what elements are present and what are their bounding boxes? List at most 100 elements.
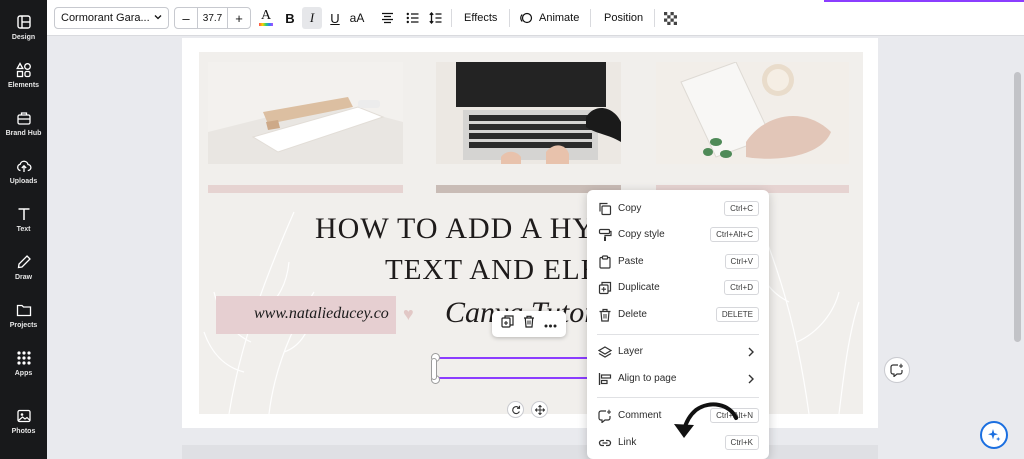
paint-roller-icon [598, 228, 612, 241]
website-link-text[interactable]: www.natalieducey.co [254, 305, 389, 323]
vertical-scrollbar[interactable] [1014, 72, 1021, 342]
menu-item-label: Align to page [618, 373, 677, 384]
photo-laptop-typing [436, 62, 621, 164]
sidebar-item-label: Design [11, 34, 36, 41]
sidebar-item-photos[interactable]: Photos [0, 404, 47, 448]
duplicate-element-button[interactable] [501, 315, 514, 333]
menu-item-copy-style[interactable]: Copy style Ctrl+Alt+C [587, 222, 769, 248]
sidebar-item-label: Projects [9, 322, 38, 329]
design-title-line1[interactable]: HOW TO ADD A HYP [315, 212, 613, 246]
design-icon [16, 15, 31, 29]
font-size-input[interactable]: 37.7 [197, 8, 228, 28]
sidebar-item-design[interactable]: Design [0, 10, 47, 54]
sidebar-item-uploads[interactable]: Uploads [0, 154, 47, 198]
selection-frame [435, 357, 595, 379]
chevron-right-icon [748, 347, 754, 357]
left-sidebar: Design Elements Brand Hub Uploads Text D… [0, 0, 47, 459]
move-button[interactable] [531, 401, 548, 418]
chevron-right-icon [748, 374, 754, 384]
bullet-list-button[interactable] [404, 7, 420, 29]
menu-item-label: Copy style [618, 229, 665, 240]
italic-button[interactable]: I [302, 7, 322, 29]
position-button[interactable]: Position [604, 7, 643, 29]
menu-item-copy[interactable]: Copy Ctrl+C [587, 196, 769, 222]
align-center-icon [381, 12, 393, 24]
photo-icon [16, 409, 31, 423]
more-options-button[interactable] [544, 315, 557, 333]
font-family-value: Cormorant Gara... [61, 12, 150, 24]
underline-button[interactable]: U [325, 7, 345, 29]
menu-item-duplicate[interactable]: Duplicate Ctrl+D [587, 275, 769, 301]
animate-button[interactable]: Animate [539, 7, 579, 29]
transparency-button[interactable] [663, 7, 677, 29]
sidebar-item-text[interactable]: Text [0, 202, 47, 246]
clipboard-icon [599, 255, 611, 269]
menu-item-layer[interactable]: Layer [587, 339, 769, 365]
menu-item-label: Delete [618, 309, 647, 320]
letter-case-button[interactable]: aA [347, 7, 367, 29]
menu-item-label: Link [618, 437, 637, 448]
shortcut-badge: Ctrl+V [724, 254, 759, 269]
shortcut-badge: Ctrl+C [724, 201, 759, 216]
menu-divider [597, 334, 759, 335]
text-color-swatch [259, 23, 273, 26]
toolbar-divider [654, 9, 655, 27]
sidebar-item-draw[interactable]: Draw [0, 250, 47, 294]
duplicate-icon [598, 281, 612, 295]
menu-item-label: Duplicate [618, 282, 660, 293]
brand-hub-icon [16, 112, 31, 125]
menu-item-paste[interactable]: Paste Ctrl+V [587, 249, 769, 275]
sidebar-item-label: Brand Hub [5, 130, 42, 137]
comment-add-icon [890, 363, 903, 377]
menu-item-label: Copy [618, 203, 642, 214]
text-t-icon [18, 208, 29, 220]
toolbar-divider [509, 9, 510, 27]
menu-item-label: Paste [618, 256, 644, 267]
draw-pen-icon [17, 255, 31, 269]
sidebar-item-label: Text [16, 226, 31, 233]
menu-item-align-to-page[interactable]: Align to page [587, 366, 769, 392]
upload-cloud-icon [16, 160, 31, 172]
sparkle-icon [988, 429, 1001, 442]
photo-desk-supplies [208, 62, 403, 164]
add-comment-fab[interactable] [884, 357, 910, 383]
effects-button[interactable]: Effects [464, 7, 497, 29]
text-color-glyph: A [260, 8, 272, 23]
menu-item-delete[interactable]: Delete DELETE [587, 302, 769, 328]
rotate-button[interactable] [507, 401, 524, 418]
apps-grid-icon [16, 351, 31, 365]
text-color-button[interactable]: A [257, 7, 275, 29]
next-page-preview [182, 445, 878, 459]
font-size-stepper: – 37.7 + [174, 7, 251, 29]
shortcut-badge: DELETE [715, 307, 759, 322]
sidebar-item-brand-hub[interactable]: Brand Hub [0, 106, 47, 150]
sidebar-item-label: Draw [14, 274, 33, 281]
sidebar-item-label: Photos [11, 428, 36, 435]
font-family-select[interactable]: Cormorant Gara... [54, 7, 169, 29]
resize-handle-side[interactable] [431, 358, 437, 380]
elements-icon [15, 62, 31, 78]
sidebar-item-label: Apps [14, 370, 33, 377]
delete-element-button[interactable] [523, 315, 535, 333]
link-icon [598, 439, 612, 447]
increase-font-size-button[interactable]: + [228, 8, 250, 28]
element-quick-toolbar [492, 311, 566, 337]
comment-add-icon [598, 409, 611, 423]
rotate-icon [511, 405, 520, 414]
trash-icon [523, 315, 534, 328]
sidebar-item-apps[interactable]: Apps [0, 346, 47, 390]
menu-item-label: Comment [618, 410, 662, 421]
spacing-button[interactable] [427, 7, 443, 29]
animate-icon [519, 7, 533, 29]
trash-icon [599, 308, 611, 322]
decrease-font-size-button[interactable]: – [175, 8, 197, 28]
bold-button[interactable]: B [280, 7, 300, 29]
align-center-button[interactable] [379, 7, 395, 29]
top-toolbar: Cormorant Gara... – 37.7 + A B I U aA Ef… [47, 0, 1024, 36]
sidebar-item-elements[interactable]: Elements [0, 58, 47, 102]
sidebar-item-projects[interactable]: Projects [0, 298, 47, 342]
toolbar-divider [451, 9, 452, 27]
move-arrows-icon [534, 404, 545, 415]
magic-assistant-button[interactable] [980, 421, 1008, 449]
sidebar-item-label: Uploads [9, 178, 38, 185]
